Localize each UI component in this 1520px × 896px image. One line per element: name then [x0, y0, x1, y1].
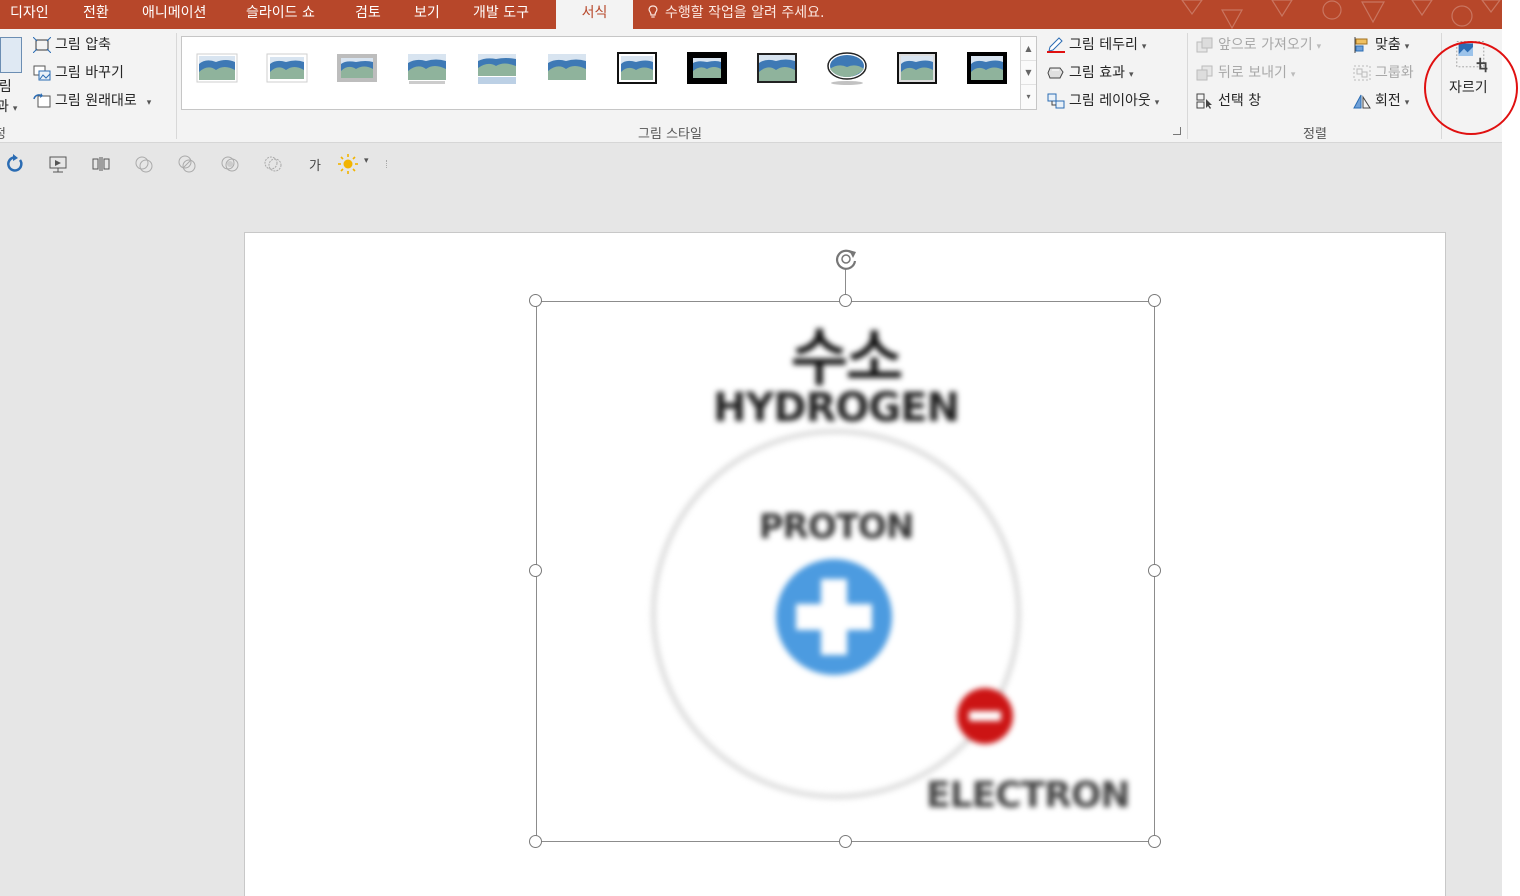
- tab-developer[interactable]: 개발 도구: [473, 0, 529, 29]
- refresh-icon[interactable]: [5, 154, 25, 174]
- tab-review[interactable]: 검토: [355, 0, 381, 29]
- tab-animations[interactable]: 애니메이션: [142, 0, 206, 29]
- align-icon: [1354, 37, 1368, 53]
- resize-handle-bottom-left[interactable]: [529, 835, 542, 848]
- resize-handle-top[interactable]: [839, 294, 852, 307]
- toolbar-divider: [386, 160, 394, 168]
- shape-union-icon: [135, 156, 153, 173]
- rotate-handle-icon[interactable]: [832, 245, 860, 273]
- change-picture-icon: [33, 65, 51, 81]
- resize-handle-bottom-right[interactable]: [1148, 835, 1161, 848]
- text-style-icon[interactable]: 가: [309, 155, 321, 174]
- group-separator: [1187, 33, 1188, 139]
- bring-forward-icon: [1196, 37, 1213, 53]
- resize-handle-left[interactable]: [529, 564, 542, 577]
- picture-styles-gallery[interactable]: ▲ ▼ ▾: [181, 36, 1037, 110]
- partial-icon[interactable]: [0, 37, 22, 73]
- group-objects-label: 그룹화: [1375, 65, 1414, 81]
- bring-forward-label: 앞으로 가져오기 ▾: [1218, 37, 1322, 53]
- shape-fragment-icon: [264, 156, 282, 172]
- shape-intersect-icon: [221, 156, 239, 172]
- tab-view[interactable]: 보기: [414, 0, 440, 29]
- gallery-scrollbar[interactable]: ▲ ▼ ▾: [1020, 37, 1036, 109]
- tell-me-text: 수행할 작업을 알려 주세요.: [665, 5, 825, 21]
- picture-border-label: 그림 테두리 ▾: [1069, 37, 1147, 53]
- picture-effects-label: 그림 효과 ▾: [1069, 65, 1134, 81]
- tab-design[interactable]: 디자인: [10, 0, 49, 29]
- style-thumbnail[interactable]: [476, 50, 518, 86]
- group-label-adjust: 정: [0, 123, 6, 142]
- group-label-arrange: 정렬: [1303, 127, 1327, 142]
- brightness-dropdown-caret[interactable]: ▾: [364, 156, 369, 166]
- selection-pane-icon: [1196, 93, 1212, 109]
- style-thumbnail[interactable]: [966, 50, 1008, 86]
- resize-handle-right[interactable]: [1148, 564, 1161, 577]
- picture-quick-toolbar: 가 ▾: [0, 143, 1502, 185]
- style-thumbnail[interactable]: [336, 50, 378, 86]
- picture-styles-dialog-launcher[interactable]: [1173, 127, 1181, 135]
- smartart-layout-icon: [1047, 93, 1065, 109]
- group-separator: [176, 33, 177, 139]
- style-thumbnail[interactable]: [896, 50, 938, 86]
- gallery-scroll-down[interactable]: ▼: [1021, 61, 1036, 85]
- tab-slideshow[interactable]: 슬라이드 쇼: [246, 0, 315, 29]
- reset-picture-label: 그림 원래대로 ▾: [55, 93, 152, 109]
- group-objects-icon: [1353, 65, 1371, 81]
- compress-label: 그림 압축: [55, 37, 111, 53]
- picture-layout-label: 그림 레이아웃 ▾: [1069, 93, 1160, 109]
- style-thumbnail[interactable]: [546, 50, 588, 86]
- style-thumbnail[interactable]: [196, 50, 238, 86]
- tell-me-box[interactable]: 수행할 작업을 알려 주세요.: [647, 0, 824, 29]
- ribbon: 그림 과▾ 정 그림 압축 그림 바꾸기 그림 원래대로▾ ▲ ▼ ▾: [0, 29, 1518, 143]
- style-thumbnail[interactable]: [406, 50, 448, 86]
- tab-format[interactable]: 서식: [556, 0, 633, 29]
- gallery-more-button[interactable]: ▾: [1021, 85, 1036, 109]
- picture-monitor-icon[interactable]: [48, 154, 68, 174]
- brightness-icon[interactable]: [338, 154, 358, 174]
- effects-icon: [1047, 67, 1064, 79]
- resize-handle-bottom[interactable]: [839, 835, 852, 848]
- lightbulb-icon: [648, 5, 658, 18]
- reset-picture-icon: [33, 93, 51, 108]
- crop-highlight-circle: [1424, 41, 1518, 135]
- change-picture-label: 그림 바꾸기: [55, 65, 124, 81]
- style-thumbnail[interactable]: [266, 50, 308, 86]
- title-bar-decoration: [1181, 0, 1501, 29]
- distribute-icon[interactable]: [91, 154, 111, 174]
- style-thumbnail[interactable]: [756, 50, 798, 86]
- gallery-scroll-up[interactable]: ▲: [1021, 37, 1036, 61]
- style-thumbnail[interactable]: [686, 50, 728, 86]
- ribbon-tab-bar: 디자인 전환 애니메이션 슬라이드 쇼 검토 보기 개발 도구 서식 수행할 작…: [0, 0, 1502, 29]
- artistic-effects-label-bottom[interactable]: 과 ▾: [0, 96, 17, 116]
- compress-icon: [33, 37, 51, 53]
- selection-pane-label: 선택 창: [1218, 93, 1262, 109]
- rotate-icon: [1353, 94, 1371, 109]
- send-backward-label: 뒤로 보내기 ▾: [1218, 65, 1296, 81]
- artistic-effects-label-top[interactable]: 그림: [0, 76, 12, 96]
- tab-transitions[interactable]: 전환: [83, 0, 109, 29]
- style-thumbnail[interactable]: [826, 50, 868, 86]
- style-thumbnail[interactable]: [616, 50, 658, 86]
- resize-handle-top-left[interactable]: [529, 294, 542, 307]
- rotate-label: 회전 ▾: [1375, 93, 1410, 109]
- shape-combine-icon: [178, 155, 196, 173]
- align-label: 맞춤 ▾: [1375, 37, 1410, 53]
- send-backward-icon: [1196, 65, 1213, 81]
- resize-handle-top-right[interactable]: [1148, 294, 1161, 307]
- group-label-picture-styles: 그림 스타일: [638, 127, 702, 142]
- selection-frame: [536, 301, 1155, 842]
- pen-icon: [1047, 37, 1065, 53]
